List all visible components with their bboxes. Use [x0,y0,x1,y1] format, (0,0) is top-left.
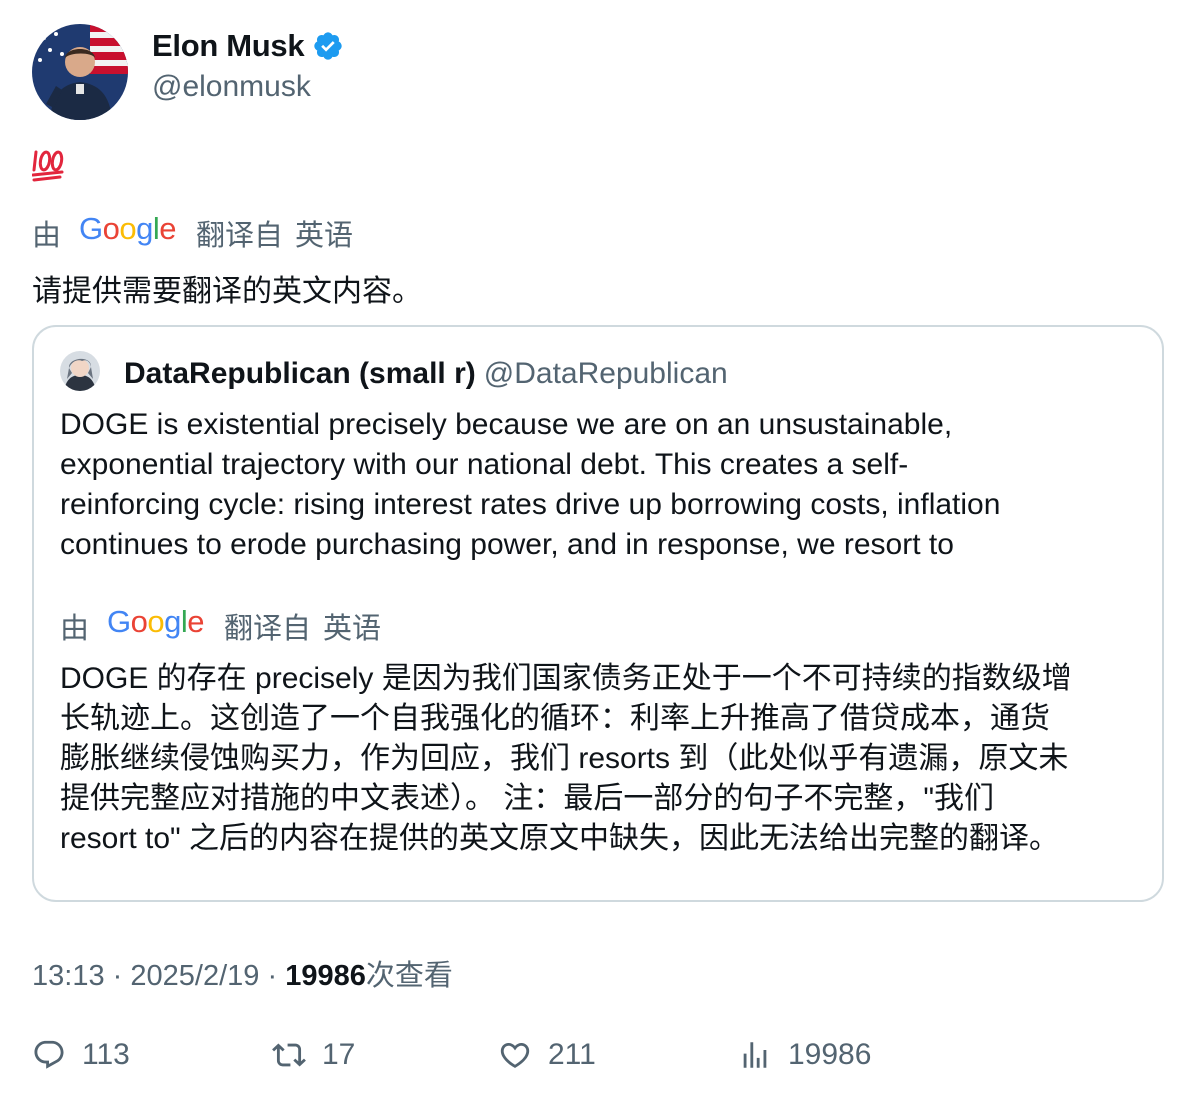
google-logo-icon: Google [79,211,177,246]
views-button[interactable]: 19986 [738,1038,871,1072]
analytics-icon [743,1042,767,1068]
views-count: 19986 [285,960,366,992]
like-button[interactable]: 211 [498,1038,596,1072]
author-name-row[interactable]: Elon Musk [152,28,344,64]
reply-icon [34,1040,64,1069]
quoted-handle[interactable]: @DataRepublican [484,357,728,390]
verified-badge-icon [314,32,342,60]
translated-from-label: 翻译自 [224,613,312,645]
hundred-points-emoji-icon [32,150,64,182]
meta-separator: · [267,960,278,992]
retweet-count: 17 [322,1038,356,1071]
quoted-text-line: DOGE is existential precisely because we… [60,408,953,441]
tweet-meta: 13:13 · 2025/2/19 · 19986次查看 [32,952,453,994]
tweet-translated-text: 请提供需要翻译的英文内容。 [32,275,422,308]
quoted-text-line: reinforcing cycle: rising interest rates… [60,488,1001,521]
like-count: 211 [548,1038,596,1071]
translated-by-prefix: 由 [32,220,62,252]
quoted-author-row[interactable]: DataRepublican (small r) @DataRepublican [124,357,728,391]
quoted-tweet-card[interactable]: DataRepublican (small r) @DataRepublican … [32,325,1164,902]
quoted-author-avatar[interactable] [60,351,100,391]
reply-count: 113 [82,1038,130,1071]
quoted-translation-line: resort to" 之后的内容在提供的英文原文中缺失，因此无法给出完整的翻译。 [60,822,1060,855]
views-label: 次查看 [365,960,453,992]
quoted-text-line: exponential trajectory with our national… [60,448,909,481]
reply-button[interactable]: 113 [32,1038,130,1072]
quoted-translated-text: DOGE 的存在 precisely 是因为我们国家债务正处于一个不可持续的指数… [60,659,1150,859]
tweet-time[interactable]: 13:13 [32,960,105,992]
source-language: 英语 [295,220,354,252]
avatar-photo-icon [32,24,128,120]
quoted-translation-line: 膨胀继续侵蚀购买力，作为回应，我们 resorts 到（此处似乎有遗漏，原文未 [60,742,1069,775]
retweet-button[interactable]: 17 [272,1038,355,1072]
tweet-action-bar: 113 17 211 19986 [32,1038,1164,1084]
translated-from-label: 翻译自 [196,220,284,252]
quoted-translation-line: 提供完整应对措施的中文表述）。 注：最后一部分的句子不完整，"我们 [60,782,994,815]
quoted-display-name[interactable]: DataRepublican (small r) [124,357,476,390]
heart-icon [500,1042,530,1068]
quoted-original-text: DOGE is existential precisely because we… [60,405,1140,565]
quoted-translation-line: 长轨迹上。这创造了一个自我强化的循环：利率上升推高了借贷成本，通货 [60,702,1050,735]
views-action-count: 19986 [788,1038,872,1071]
source-language: 英语 [323,613,382,645]
anime-avatar-icon [60,351,100,391]
translated-by-prefix: 由 [60,613,90,645]
retweet-icon [272,1043,306,1067]
meta-separator: · [112,960,123,992]
author-display-name[interactable]: Elon Musk [152,28,305,64]
translated-by-google[interactable]: 由 Google 翻译自 英语 [32,211,354,254]
quoted-text-line: continues to erode purchasing power, and… [60,528,954,561]
quoted-translation-line: DOGE 的存在 precisely 是因为我们国家债务正处于一个不可持续的指数… [60,662,1072,695]
author-handle[interactable]: @elonmusk [152,70,311,104]
tweet-date[interactable]: 2025/2/19 [130,960,259,992]
author-avatar[interactable] [32,24,128,120]
google-logo-icon: Google [107,604,205,639]
quoted-translated-by-google[interactable]: 由 Google 翻译自 英语 [60,604,382,647]
